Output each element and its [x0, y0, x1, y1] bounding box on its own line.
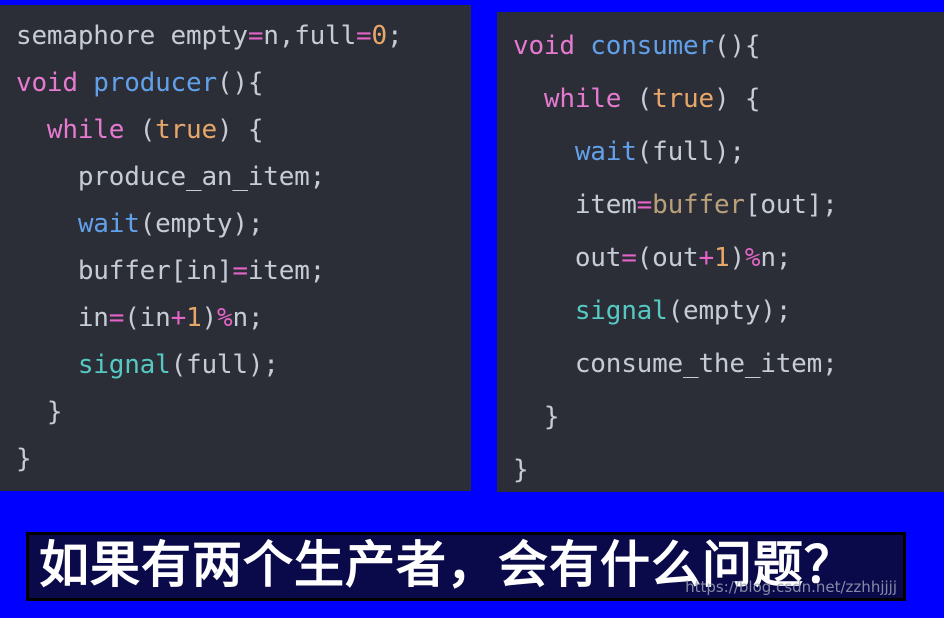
code-token-call: signal [77, 350, 171, 380]
code-line: in=(in+1)%n; [16, 295, 471, 342]
code-token-plain: } [543, 402, 560, 432]
code-line: } [16, 436, 471, 483]
code-token-plain: ) { [216, 115, 264, 145]
code-token-num: true [155, 115, 217, 145]
code-token-plain: ) [729, 243, 745, 273]
code-token-plain: (empty); [139, 209, 264, 239]
code-line: signal(empty); [513, 285, 944, 338]
code-line: wait(full); [513, 126, 944, 179]
code-token-kw: while [543, 84, 637, 114]
code-token-fn: consumer [590, 31, 714, 61]
code-token-var: buffer [652, 190, 745, 220]
code-token-num: 0 [371, 21, 388, 51]
code-token-num: 1 [713, 243, 730, 273]
code-line: item=buffer[out]; [513, 179, 944, 232]
code-token-plain: (){ [216, 68, 264, 98]
code-token-plain: out [574, 243, 622, 273]
question-banner: 如果有两个生产者，会有什么问题？ https://blog.csdn.net/z… [0, 492, 944, 618]
code-token-op: + [170, 303, 187, 333]
code-token-plain: consume_the_item; [574, 349, 838, 379]
consumer-code-panel: void consumer(){ while (true) { wait(ful… [497, 12, 944, 492]
code-line: wait(empty); [16, 201, 471, 248]
watermark-url: https://blog.csdn.net/zzhhjjjj [685, 578, 897, 596]
code-token-num: 1 [186, 303, 202, 333]
code-token-fn: producer [93, 68, 217, 98]
code-token-plain: in [77, 303, 109, 333]
code-token-plain: [out]; [744, 190, 838, 220]
code-token-num: true [652, 84, 714, 114]
code-token-kw: while [46, 115, 140, 145]
code-token-plain: empty [170, 21, 248, 51]
code-token-plain: item [574, 190, 637, 220]
code-token-plain: ) { [713, 84, 761, 114]
code-line: consume_the_item; [513, 338, 944, 391]
code-token-plain: } [46, 397, 63, 427]
code-token-op: = [636, 190, 653, 220]
code-token-plain: (full); [170, 350, 279, 380]
code-token-op: = [247, 21, 264, 51]
producer-code-panel: semaphore empty=n,full=0; void producer()… [0, 5, 471, 491]
code-token-op: = [356, 21, 372, 51]
code-line: } [513, 444, 944, 492]
code-token-plain: n; [232, 303, 264, 333]
code-token-plain: produce_an_item; [77, 162, 326, 192]
code-token-plain: item; [247, 256, 326, 286]
code-token-fn: wait [77, 209, 140, 239]
code-line: void producer(){ [16, 60, 471, 107]
code-token-call: signal [574, 296, 668, 326]
code-token-plain: ; [386, 21, 403, 51]
code-line: semaphore empty=n,full=0; [16, 13, 471, 60]
code-line: out=(out+1)%n; [513, 232, 944, 285]
code-token-plain: n; [760, 243, 792, 273]
code-token-kw: void [513, 31, 591, 61]
question-banner-box: 如果有两个生产者，会有什么问题？ https://blog.csdn.net/z… [26, 532, 906, 601]
code-token-op: = [232, 256, 248, 286]
slide-canvas: semaphore empty=n,full=0; void producer()… [0, 0, 944, 618]
code-token-plain: n,full [263, 21, 357, 51]
code-token-op: % [217, 303, 233, 333]
code-token-kw: void [16, 68, 94, 98]
code-line: while (true) { [16, 107, 471, 154]
code-token-op: = [108, 303, 125, 333]
code-line: signal(full); [16, 342, 471, 389]
code-token-plain: ( [139, 115, 156, 145]
code-token-plain: (out [636, 243, 699, 273]
code-token-plain: } [16, 444, 32, 474]
code-token-op: % [744, 243, 761, 273]
code-token-plain: ) [201, 303, 218, 333]
code-token-plain: ( [636, 84, 653, 114]
code-token-op: + [698, 243, 715, 273]
code-line: produce_an_item; [16, 154, 471, 201]
code-token-plain: (full); [636, 137, 745, 167]
code-token-fn: wait [574, 137, 637, 167]
code-token-plain: semaphore [16, 21, 171, 51]
code-token-plain: (empty); [667, 296, 792, 326]
code-line: } [513, 391, 944, 444]
code-line: buffer[in]=item; [16, 248, 471, 295]
code-token-plain: } [513, 455, 529, 485]
code-token-plain: (){ [713, 31, 761, 61]
code-line: } [16, 389, 471, 436]
code-token-plain: (in [124, 303, 171, 333]
code-token-op: = [621, 243, 637, 273]
code-line: while (true) { [513, 73, 944, 126]
code-token-plain: buffer[in] [77, 256, 233, 286]
code-line: void consumer(){ [513, 20, 944, 73]
